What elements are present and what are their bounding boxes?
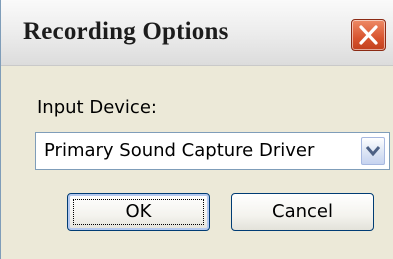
title-bar[interactable]: Recording Options	[1, 0, 393, 66]
close-x-icon	[359, 25, 378, 45]
chevron-down-icon	[365, 146, 381, 157]
input-device-value: Primary Sound Capture Driver	[44, 140, 315, 161]
input-device-label: Input Device:	[37, 97, 157, 118]
ok-button-label: OK	[125, 201, 152, 222]
dropdown-arrow-button[interactable]	[361, 137, 385, 165]
input-device-select[interactable]: Primary Sound Capture Driver	[35, 132, 390, 170]
ok-button[interactable]: OK	[67, 193, 210, 231]
close-button[interactable]	[351, 19, 386, 51]
dialog-title: Recording Options	[23, 18, 229, 45]
cancel-button[interactable]: Cancel	[231, 193, 374, 231]
recording-options-dialog: Recording Options Input Device: Primary …	[0, 0, 393, 259]
cancel-button-label: Cancel	[272, 201, 333, 222]
